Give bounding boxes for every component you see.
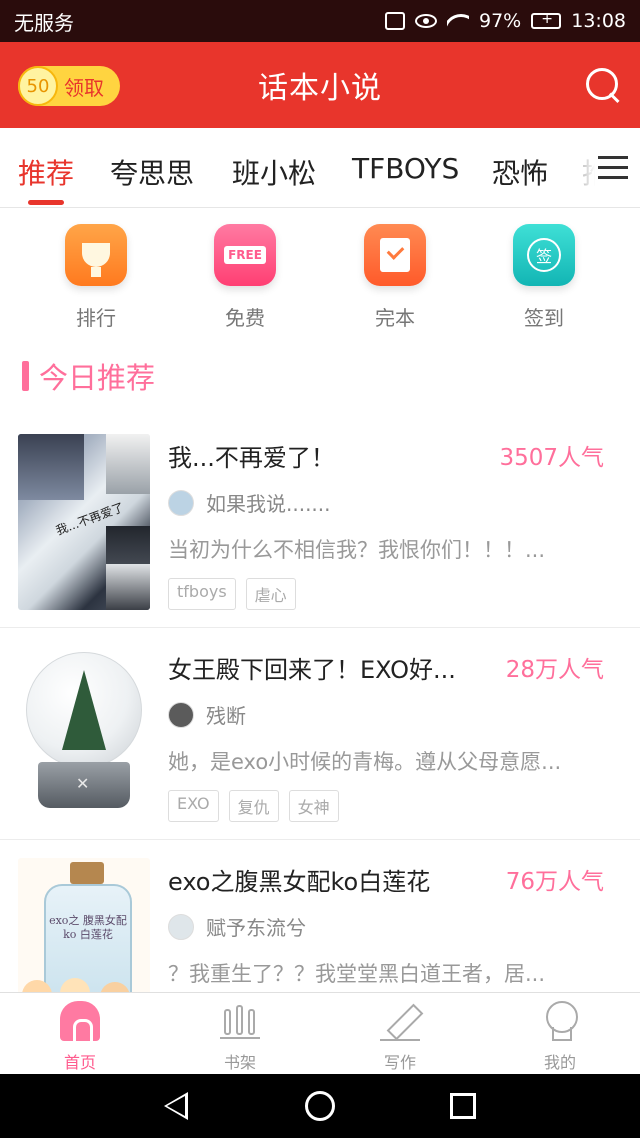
book-tag[interactable]: 虐心 xyxy=(245,578,296,610)
book-popularity: 28万人气 xyxy=(505,657,604,683)
nav-label: 写作 xyxy=(383,1053,416,1072)
book-cover: ✕ xyxy=(18,646,150,822)
cover-text: exo之 腹黑女配ko 白莲花 xyxy=(49,914,127,941)
quick-link-label: 完本 xyxy=(375,306,415,330)
quick-link-ranking[interactable]: 排行 xyxy=(46,224,146,331)
coin-icon: 50 xyxy=(18,66,58,106)
tab-recommend[interactable]: 推荐 xyxy=(18,152,74,192)
book-description: ？我重生了？？我堂堂黑白道王者，居... xyxy=(168,962,546,986)
pencil-icon xyxy=(380,1001,420,1041)
book-title: 我...不再爱了！ xyxy=(168,444,335,472)
trophy-icon xyxy=(65,224,127,286)
book-author-row: 赋予东流兮 xyxy=(168,912,306,941)
nav-bookshelf[interactable]: 书架 xyxy=(180,1001,300,1073)
book-tag[interactable]: 女神 xyxy=(288,790,339,822)
clock: 13:08 xyxy=(571,10,626,32)
book-author-row: 残断 xyxy=(168,700,246,729)
tab-tfboys[interactable]: TFBOYS xyxy=(352,152,459,185)
book-author: 赋予东流兮 xyxy=(206,916,306,940)
profile-icon xyxy=(540,1001,580,1041)
nav-label: 书架 xyxy=(223,1053,256,1072)
quick-links: 排行 FREE 免费 完本 签 签到 xyxy=(0,208,640,338)
tab-menu-button[interactable] xyxy=(576,128,640,207)
claim-label: 领取 xyxy=(64,75,104,100)
nav-home[interactable]: 首页 xyxy=(20,1001,140,1073)
book-description: 当初为什么不相信我？我恨你们！！！... xyxy=(168,538,546,562)
nav-write[interactable]: 写作 xyxy=(340,1001,460,1073)
checkin-icon: 签 xyxy=(513,224,575,286)
book-description: 她，是exo小时候的青梅。遵从父母意愿... xyxy=(168,750,562,774)
home-circle-icon[interactable] xyxy=(305,1091,335,1121)
book-tags: EXO 复仇 女神 xyxy=(168,790,339,822)
quick-link-free[interactable]: FREE 免费 xyxy=(195,224,295,331)
book-popularity: 76万人气 xyxy=(505,869,604,895)
book-tags: tfboys 虐心 xyxy=(168,578,296,610)
book-tag[interactable]: 复仇 xyxy=(228,790,279,822)
tab-kuasisi[interactable]: 夸思思 xyxy=(110,152,194,192)
free-icon: FREE xyxy=(214,224,276,286)
quick-link-checkin[interactable]: 签 签到 xyxy=(494,224,594,331)
active-tab-indicator xyxy=(28,200,64,205)
eye-comfort-icon xyxy=(415,14,437,28)
nav-profile[interactable]: 我的 xyxy=(500,1001,620,1073)
author-avatar xyxy=(168,913,194,940)
app-title: 话本小说 xyxy=(258,71,382,106)
quick-link-label: 签到 xyxy=(524,306,564,330)
book-popularity: 3507人气 xyxy=(499,445,604,471)
wifi-icon xyxy=(447,12,469,30)
status-icons: 97% 13:08 xyxy=(385,10,626,32)
book-item[interactable]: ✕ 女王殿下回来了！EXO好... 28万人气 残断 她，是exo小时候的青梅。… xyxy=(0,628,640,840)
carrier-label: 无服务 xyxy=(14,10,74,35)
completed-icon xyxy=(364,224,426,286)
book-author: 如果我说....... xyxy=(206,492,331,516)
book-item[interactable]: 我...不再爱了 我...不再爱了！ 3507人气 如果我说....... 当初… xyxy=(0,416,640,628)
system-navigation-bar xyxy=(0,1074,640,1138)
nav-label: 首页 xyxy=(63,1053,96,1072)
tab-horror[interactable]: 恐怖 xyxy=(492,152,548,192)
book-author-row: 如果我说....... xyxy=(168,488,331,517)
category-tabs: 推荐 夸思思 班小松 TFBOYS 恐怖 推 xyxy=(0,128,640,208)
quick-link-completed[interactable]: 完本 xyxy=(345,224,445,331)
book-tag[interactable]: EXO xyxy=(168,790,219,822)
home-icon xyxy=(60,1001,100,1044)
battery-icon xyxy=(531,11,562,29)
vibrate-icon xyxy=(385,12,405,30)
battery-percent: 97% xyxy=(479,10,522,32)
author-avatar xyxy=(168,701,194,728)
bookshelf-icon xyxy=(220,1001,260,1041)
quick-link-label: 免费 xyxy=(225,306,265,330)
book-tag[interactable]: tfboys xyxy=(168,578,236,610)
recent-apps-icon[interactable] xyxy=(450,1093,476,1119)
book-cover: 我...不再爱了 xyxy=(18,434,150,610)
book-author: 残断 xyxy=(206,704,246,728)
section-title: 今日推荐 xyxy=(39,361,156,395)
status-bar: 无服务 97% 13:08 xyxy=(0,0,640,42)
section-header: 今日推荐 xyxy=(22,358,156,395)
author-avatar xyxy=(168,489,194,516)
book-title: 女王殿下回来了！EXO好... xyxy=(168,656,456,684)
nav-label: 我的 xyxy=(543,1053,576,1072)
bottom-navigation: 首页 书架 写作 我的 xyxy=(0,992,640,1074)
coin-claim-button[interactable]: 50 领取 xyxy=(18,66,120,106)
back-icon[interactable] xyxy=(164,1092,188,1120)
quick-link-label: 排行 xyxy=(76,306,116,330)
app-header: 50 领取 话本小说 xyxy=(0,42,640,128)
menu-icon xyxy=(598,156,628,180)
search-icon[interactable] xyxy=(584,66,622,104)
section-accent-bar xyxy=(22,361,29,391)
tab-banxiaosong[interactable]: 班小松 xyxy=(232,152,316,192)
book-title: exo之腹黑女配ko白莲花 xyxy=(168,868,431,896)
